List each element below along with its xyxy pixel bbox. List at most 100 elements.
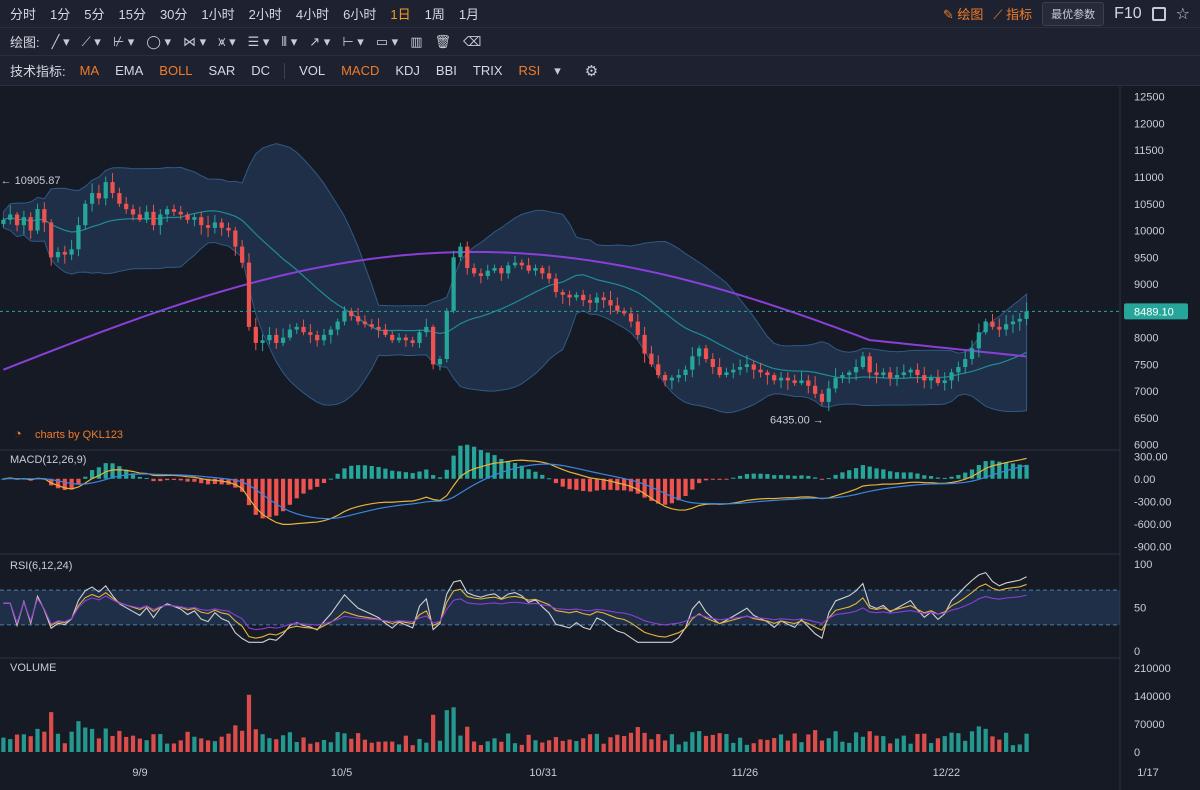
volume-bar [431,714,436,752]
volume-bar [205,740,211,752]
price-tick: 7000 [1134,386,1158,398]
indicator-boll[interactable]: BOLL [151,63,200,78]
indicator-rsi[interactable]: RSI [511,63,549,78]
fib-tool-icon[interactable]: ☰ ▾ [242,34,276,50]
macd-bar [212,478,217,484]
macd-bar [471,446,477,479]
draw-button[interactable]: ✎ 绘图 [943,4,984,23]
pattern-tool-icon[interactable]: ⩙ ▾ [212,34,241,50]
candle [874,372,879,376]
price-tick: 6000 [1134,440,1158,452]
timeframe-10[interactable]: 1周 [418,4,452,23]
volume-bar [171,743,177,752]
macd-bar [778,475,784,479]
timeframe-6[interactable]: 2小时 [242,4,289,23]
ray-tool-icon[interactable]: ⟋ ▾ [76,34,107,50]
candle [83,203,88,226]
volume-bar [744,744,750,752]
bars-tool-icon[interactable]: ▥ [404,34,428,50]
indicator-kdj[interactable]: KDJ [387,63,428,78]
gear-icon[interactable]: ⚙ [567,62,604,80]
timeframe-2[interactable]: 5分 [77,4,111,23]
candle [976,332,981,349]
trash-icon[interactable]: 🗑 [429,34,458,50]
price-tick: 12000 [1134,118,1165,130]
candle [362,321,368,325]
candle [301,326,306,333]
indicator-button[interactable]: ⟋ 指标 [993,4,1032,23]
indicator-vol[interactable]: VOL [291,63,333,78]
candle [867,356,872,373]
volume-bar [683,741,688,752]
macd-bar [280,478,286,512]
volume-bar [758,739,763,752]
macd-bar [349,465,354,479]
fullscreen-icon[interactable] [1151,6,1166,21]
macd-bar [785,475,790,479]
optimal-params-button[interactable]: 最优参数 [1042,1,1105,26]
indicator-bbi[interactable]: BBI [428,63,465,78]
macd-bar [315,478,320,487]
note-tool-icon[interactable]: ▭ ▾ [370,34,404,50]
volume-bar [813,730,818,752]
candle [294,326,299,330]
timeframe-4[interactable]: 30分 [153,4,194,23]
indicator-macd[interactable]: MACD [333,63,387,78]
timeframe-1[interactable]: 1分 [43,4,77,23]
volume-bar [901,735,906,752]
volume-bar [233,725,238,752]
candle [315,334,320,341]
macd-bar [703,478,709,481]
volume-bar [355,733,361,752]
timeframe-3[interactable]: 15分 [111,4,152,23]
indicator-label: 指标 [1006,7,1033,22]
gann-tool-icon[interactable]: ⦀ ▾ [275,34,303,50]
volume-bar [103,728,108,752]
candle [690,356,695,370]
candle [130,209,136,215]
candle [519,262,524,266]
wave-tool-icon[interactable]: ⋈ ▾ [177,34,212,50]
candle [280,337,286,343]
candle [533,268,538,271]
candle [506,265,511,274]
circle-tool-icon[interactable]: ◯ ▾ [140,34,177,50]
volume-bar [560,740,565,752]
macd-bar [321,478,327,483]
macd-bar [894,472,900,479]
arrow-tool-icon[interactable]: ↗ ▾ [303,34,336,50]
indicator-dc[interactable]: DC [243,63,278,78]
fork-tool-icon[interactable]: ⊬ ▾ [107,34,140,50]
volume-bar [1017,744,1022,752]
price-tick: 6500 [1134,413,1158,425]
measure-tool-icon[interactable]: ⊢ ▾ [336,34,369,50]
chart-canvas[interactable]: ← 10905.87 6435.00 → MACD(12,26,9) 300.00 0… [0,86,1200,790]
timeframe-8[interactable]: 6小时 [336,4,383,23]
chevron-down-icon[interactable]: ▾ [548,63,567,79]
macd-bar [758,473,763,479]
timeframe-5[interactable]: 1小时 [194,4,241,23]
eraser-icon[interactable]: ⌫ [457,34,487,50]
candle [260,340,265,343]
line-tool-icon[interactable]: ╱ ▾ [46,34,76,50]
indicator-trix[interactable]: TRIX [465,63,511,78]
timeframe-0[interactable]: 分时 [3,4,43,23]
timeframe-9[interactable]: 1日 [383,4,417,23]
candle [928,377,934,381]
f10-button[interactable]: F10 [1114,5,1142,23]
macd-bar [519,465,524,479]
volume-bar [731,742,736,752]
macd-bar [403,472,408,479]
timeframe-7[interactable]: 4小时 [289,4,336,23]
timeframe-11[interactable]: 1月 [452,4,486,23]
indicator-ema[interactable]: EMA [107,63,151,78]
star-icon[interactable]: ☆ [1176,4,1190,24]
indicator-sar[interactable]: SAR [201,63,244,78]
indicator-ma[interactable]: MA [72,63,108,78]
candle [76,225,81,250]
candle [233,230,238,247]
candle [226,227,231,231]
volume-bar [274,739,279,752]
volume-bar [1004,732,1009,752]
volume-bar [130,735,136,752]
